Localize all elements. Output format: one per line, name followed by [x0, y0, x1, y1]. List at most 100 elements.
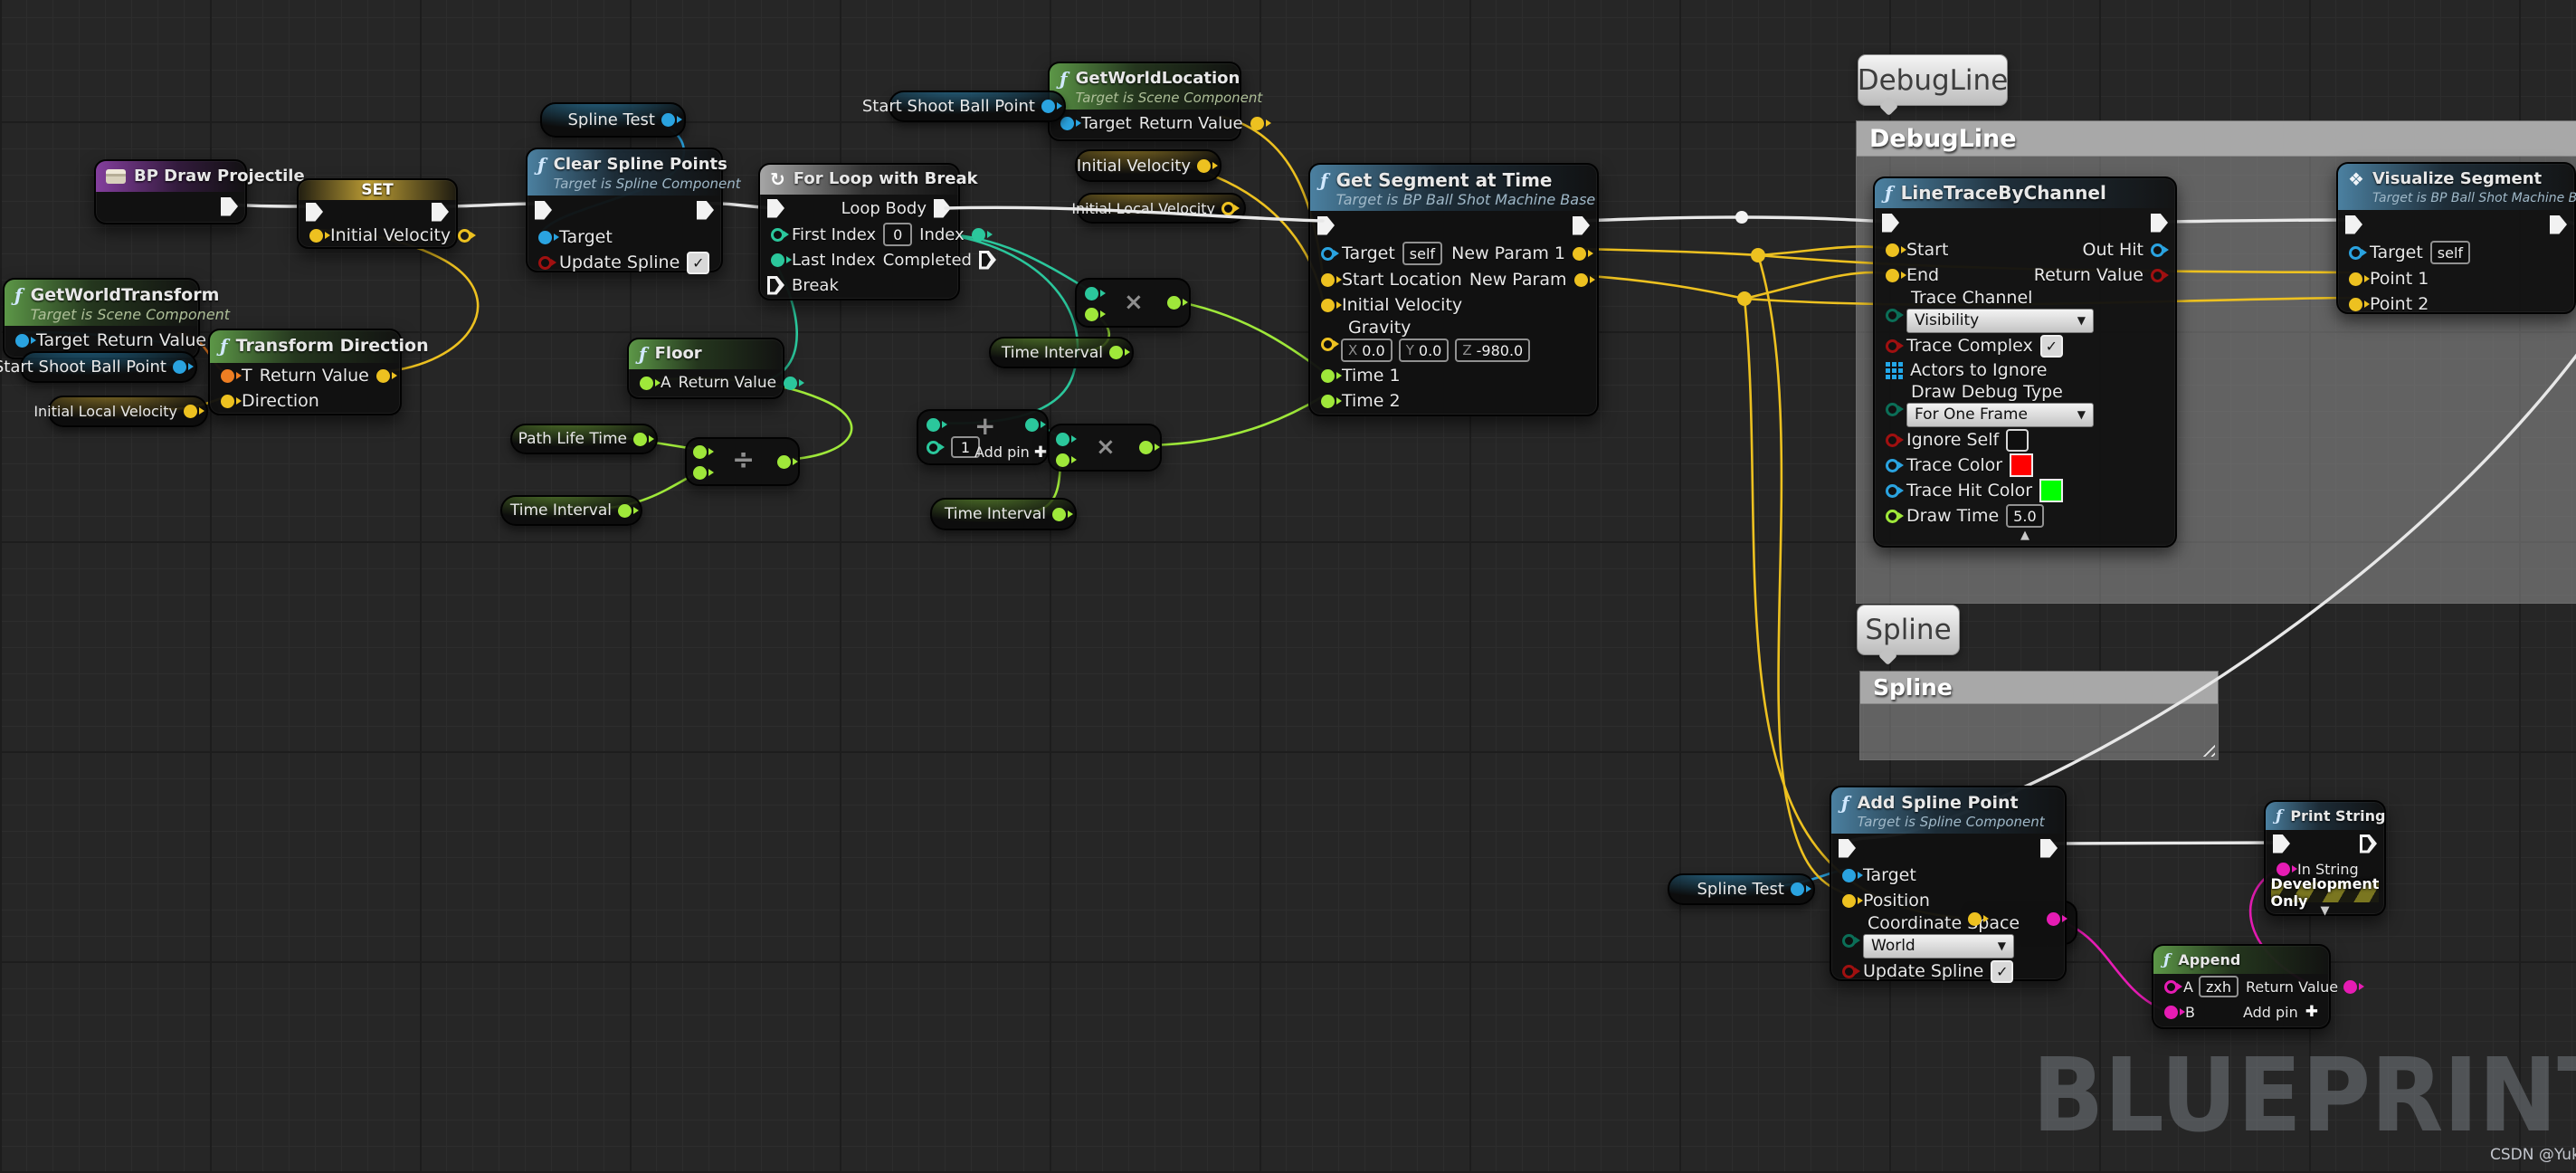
draw-debug-type-pin[interactable]: [1886, 402, 1904, 416]
break-exec-pin[interactable]: [767, 275, 784, 295]
t-pin[interactable]: [221, 368, 242, 383]
target-pin[interactable]: [1060, 116, 1081, 130]
initial-velocity-in-pin[interactable]: [309, 228, 330, 243]
trace-hit-color-pin[interactable]: [1886, 483, 1904, 498]
first-index-value[interactable]: 0: [883, 223, 913, 246]
node-add-spline-point[interactable]: ƒ Add Spline Point Target is Spline Comp…: [1830, 786, 2067, 983]
trace-channel-pin[interactable]: [1886, 308, 1904, 322]
start-pin[interactable]: [1886, 243, 1906, 257]
exec-in-pin[interactable]: [767, 198, 784, 218]
node-bp-draw-projectile[interactable]: BP Draw Projectile: [94, 159, 305, 224]
exec-out-pin[interactable]: [2040, 838, 2058, 858]
trace-hit-color-swatch[interactable]: [2039, 479, 2064, 502]
add-in-1-pin[interactable]: [927, 418, 947, 432]
update-spline-checkbox[interactable]: ✓: [687, 251, 710, 274]
new-param-pin[interactable]: [1573, 272, 1595, 287]
node-for-loop-with-break[interactable]: ↻ For Loop with Break Loop Body First In…: [758, 163, 996, 300]
add-pin-button[interactable]: Add pin ✚: [2243, 1003, 2318, 1021]
node-floor[interactable]: ƒ Floor A Return Value: [627, 338, 805, 399]
time-1-pin[interactable]: [1321, 368, 1342, 383]
target-pin[interactable]: [538, 230, 559, 244]
update-spline-pin[interactable]: [1842, 964, 1860, 978]
coordinate-space-dropdown[interactable]: World ▼: [1863, 933, 2014, 958]
comment-spline-header[interactable]: Spline: [1860, 672, 2218, 704]
exec-in-pin[interactable]: [1839, 838, 1856, 858]
position-pin[interactable]: [1842, 893, 1863, 908]
gravity-y-field[interactable]: Y 0.0: [1398, 339, 1450, 362]
loop-body-exec-pin[interactable]: [934, 198, 951, 218]
var-out-pin[interactable]: [1041, 100, 1062, 113]
coordinate-space-pin[interactable]: [1842, 933, 1860, 948]
var-out-pin[interactable]: [1791, 882, 1811, 896]
multiply-in-2-pin[interactable]: [1056, 453, 1077, 467]
exec-out-pin[interactable]: [1573, 215, 1590, 235]
gravity-z-field[interactable]: Z -980.0: [1455, 339, 1531, 362]
in-string-pin[interactable]: [2277, 862, 2297, 876]
multiply-in-1-pin[interactable]: [1085, 287, 1106, 300]
trace-color-swatch[interactable]: [2010, 453, 2034, 477]
var-out-pin[interactable]: [1197, 158, 1218, 173]
var-out-pin[interactable]: [1109, 346, 1130, 359]
var-initial-velocity[interactable]: Initial Velocity: [1075, 149, 1221, 182]
array-icon[interactable]: [1886, 361, 1903, 379]
ignore-self-pin[interactable]: [1886, 433, 1904, 447]
exec-in-pin[interactable]: [2345, 215, 2362, 234]
reroute-node-exec[interactable]: [1735, 211, 1748, 224]
target-self-value[interactable]: self: [2429, 241, 2471, 264]
gravity-pin[interactable]: [1321, 337, 1339, 351]
var-out-pin[interactable]: [633, 432, 654, 446]
var-out-pin[interactable]: [173, 360, 194, 374]
conversion-output-pin[interactable]: [2047, 912, 2067, 926]
divide-out-pin[interactable]: [777, 455, 798, 469]
node-get-world-transform[interactable]: ƒ GetWorldTransform Target is Scene Comp…: [3, 278, 235, 359]
out-hit-pin[interactable]: [2151, 243, 2169, 257]
return-value-pin[interactable]: [2343, 979, 2365, 994]
point-2-pin[interactable]: [2349, 297, 2370, 311]
time-2-pin[interactable]: [1321, 394, 1342, 408]
var-out-pin[interactable]: [661, 113, 682, 127]
node-visualize-segment[interactable]: ❖ Visualize Segment Target is BP Ball Sh…: [2336, 162, 2576, 314]
add-out-pin[interactable]: [1025, 418, 1046, 432]
var-start-shoot-ball-point[interactable]: Start Shoot Ball Point: [0, 351, 197, 383]
exec-out-pin[interactable]: [2360, 834, 2377, 854]
var-out-pin[interactable]: [1052, 507, 1073, 521]
comment-spline[interactable]: Spline: [1859, 671, 2219, 760]
exec-in-pin[interactable]: [535, 200, 552, 220]
node-set-initial-velocity[interactable]: SET Initial Velocity: [297, 178, 477, 249]
var-time-interval-mid[interactable]: Time Interval: [989, 337, 1134, 368]
node-get-world-location[interactable]: ƒ GetWorldLocation Target is Scene Compo…: [1048, 62, 1271, 141]
initial-velocity-pin[interactable]: [1321, 298, 1342, 312]
exec-in-pin[interactable]: [306, 202, 323, 222]
end-pin[interactable]: [1886, 268, 1906, 282]
exec-in-pin[interactable]: [1882, 213, 1899, 233]
b-pin[interactable]: [2164, 1005, 2185, 1019]
target-pin[interactable]: [1321, 246, 1339, 261]
comment-resize-handle[interactable]: [2199, 740, 2215, 757]
target-pin[interactable]: [1842, 868, 1863, 882]
exec-in-pin[interactable]: [1317, 215, 1335, 235]
new-param-1-pin[interactable]: [1573, 246, 1593, 261]
collapse-arrow-icon[interactable]: ▲: [1875, 529, 2175, 544]
update-spline-checkbox[interactable]: ✓: [1991, 959, 2014, 983]
draw-debug-type-dropdown[interactable]: For One Frame ▼: [1906, 402, 2094, 427]
exec-out-pin[interactable]: [2550, 215, 2567, 234]
completed-exec-pin[interactable]: [978, 250, 996, 270]
a-pin[interactable]: [640, 376, 661, 390]
node-print-string[interactable]: ƒ Print String In String Development Onl…: [2264, 800, 2386, 918]
return-value-pin[interactable]: [784, 376, 805, 390]
first-index-pin[interactable]: [771, 227, 789, 242]
add-pin-button[interactable]: Add pin ✚: [974, 443, 1047, 462]
draw-time-pin[interactable]: [1886, 509, 1904, 523]
node-transform-direction[interactable]: ƒ Transform Direction T Return Value Dir…: [208, 329, 429, 415]
node-append[interactable]: ƒ Append A zxh Return Value B Add pin ✚: [2152, 944, 2365, 1029]
trace-channel-dropdown[interactable]: Visibility ▼: [1906, 308, 2094, 333]
exec-out-pin[interactable]: [432, 202, 449, 222]
reroute-node-vector-1[interactable]: [1751, 248, 1765, 262]
exec-out-pin[interactable]: [221, 196, 238, 216]
a-pin[interactable]: [2164, 979, 2182, 994]
divide-in-1-pin[interactable]: [693, 445, 714, 459]
direction-pin[interactable]: [221, 394, 242, 408]
var-time-interval-left[interactable]: Time Interval: [500, 495, 642, 526]
var-time-interval-bottom[interactable]: Time Interval: [930, 498, 1077, 530]
conversion-input-pin[interactable]: [1968, 912, 1989, 926]
